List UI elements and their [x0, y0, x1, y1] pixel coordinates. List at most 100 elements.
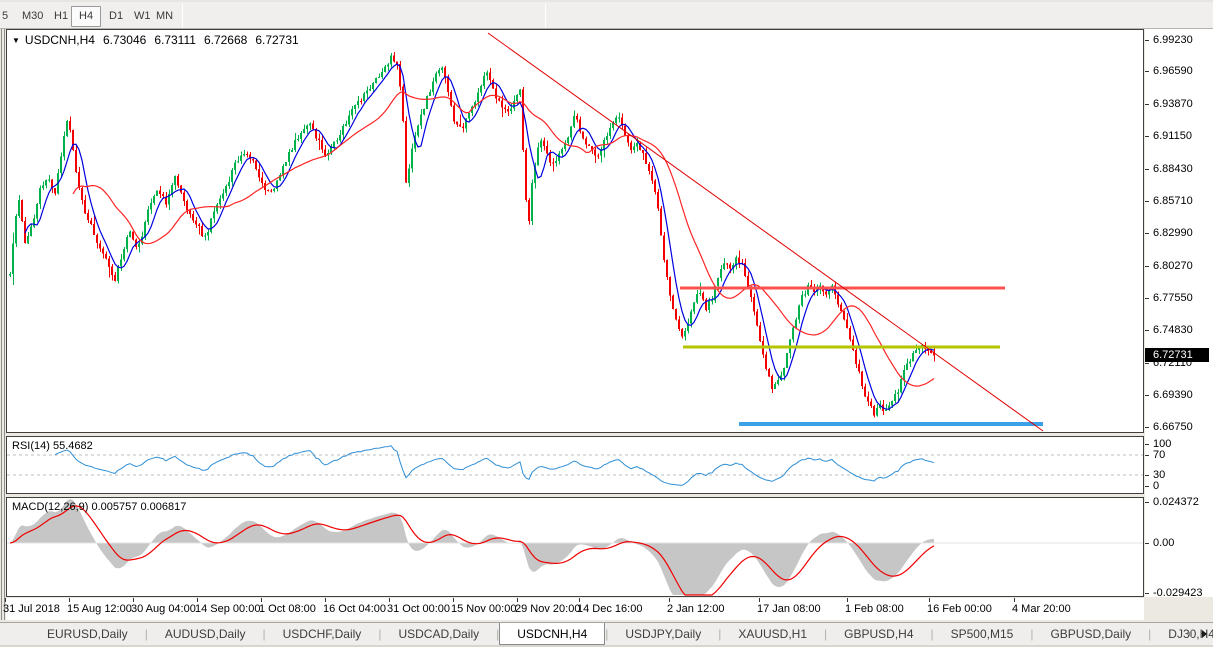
tab-usdcad-daily[interactable]: USDCAD,Daily	[381, 623, 496, 645]
price-axis-label: 6.93870	[1153, 98, 1193, 110]
candle-body	[246, 154, 248, 155]
toolbar-separator	[545, 4, 546, 28]
time-axis[interactable]: 31 Jul 201815 Aug 12:0030 Aug 04:0014 Se…	[6, 598, 1144, 620]
timeframe-h4[interactable]: H4	[71, 6, 101, 27]
candle-body	[312, 123, 314, 129]
candle-body	[306, 126, 308, 129]
candle-body	[666, 260, 668, 277]
toolbar-separator	[182, 4, 183, 28]
price-axis-label-tick	[1145, 330, 1149, 331]
chart-dropdown-icon[interactable]: ▼	[12, 36, 20, 45]
price-axis-label-tick	[1145, 169, 1149, 170]
candle-body	[420, 114, 422, 125]
candle-body	[684, 331, 686, 337]
macd-histogram	[10, 499, 934, 595]
candle-body	[792, 328, 794, 340]
candle-body	[510, 108, 512, 111]
candle-body	[108, 259, 110, 267]
candle-body	[468, 113, 470, 118]
tab-audusd-daily[interactable]: AUDUSD,Daily	[148, 623, 263, 645]
candle-body	[147, 210, 149, 223]
macd-panel[interactable]: MACD(12,26,9) 0.005757 0.006817	[6, 497, 1144, 597]
candle-body	[912, 353, 914, 362]
candle-body	[339, 135, 341, 140]
candle-body	[228, 182, 230, 186]
time-axis-label: 14 Sep 00:00	[195, 603, 260, 615]
candle-body	[225, 186, 227, 193]
main-chart-panel[interactable]: ▼USDCNH,H46.730466.731116.726686.72731	[6, 29, 1144, 433]
candle-body	[114, 275, 116, 281]
candle-body	[492, 80, 494, 89]
candlestick-chart-canvas[interactable]	[7, 30, 1143, 432]
candle-body	[48, 179, 50, 180]
time-axis-tick	[847, 598, 848, 602]
time-axis-label: 29 Nov 20:00	[515, 603, 580, 615]
ma-fast-line	[25, 64, 934, 409]
candle-body	[891, 401, 893, 405]
candle-body	[123, 249, 125, 259]
price-axis[interactable]: 6.72731 6.992306.965906.938706.911506.88…	[1145, 29, 1213, 597]
candle-body	[417, 126, 419, 136]
chart-title: ▼USDCNH,H46.730466.731116.726686.72731	[12, 33, 299, 47]
candle-body	[708, 301, 710, 310]
candle-body	[543, 141, 545, 146]
candle-body	[183, 193, 185, 201]
current-price-badge: 6.72731	[1145, 348, 1209, 362]
tab-scroll-left-icon[interactable]	[1187, 630, 1192, 638]
candle-body	[885, 410, 887, 411]
candle-body	[258, 169, 260, 178]
candle-body	[729, 264, 731, 268]
candle-body	[453, 105, 455, 121]
candle-body	[300, 133, 302, 139]
candle-body	[651, 171, 653, 181]
candle-body	[219, 198, 221, 204]
candle-body	[45, 180, 47, 186]
tab-usdcnh-h4[interactable]: USDCNH,H4	[499, 623, 605, 645]
candle-body	[657, 192, 659, 209]
timeframe-mn[interactable]: MN	[148, 6, 181, 27]
descending-trendline[interactable]	[488, 33, 1043, 431]
rsi-panel[interactable]: RSI(14) 55.4682	[6, 436, 1144, 494]
candle-body	[738, 257, 740, 263]
candle-wick	[805, 291, 806, 298]
candle-body	[765, 354, 767, 369]
tab-usdchf-daily[interactable]: USDCHF,Daily	[266, 623, 379, 645]
candle-body	[585, 139, 587, 145]
candle-body	[9, 274, 11, 275]
candle-body	[273, 189, 275, 191]
price-axis-label: 6.85710	[1153, 195, 1193, 207]
candle-body	[99, 243, 101, 248]
candle-body	[645, 153, 647, 164]
candle-body	[876, 408, 878, 416]
candle-body	[33, 218, 35, 226]
candle-body	[372, 83, 374, 89]
tab-eurusd-daily[interactable]: EURUSD,Daily	[30, 623, 145, 645]
candle-body	[435, 74, 437, 82]
tab-sp500-m15[interactable]: SP500,M15	[934, 623, 1031, 645]
candle-body	[270, 191, 272, 192]
candle-body	[606, 136, 608, 140]
tab-xauusd-h1[interactable]: XAUUSD,H1	[721, 623, 824, 645]
tab-gbpusd-h4[interactable]: GBPUSD,H4	[827, 623, 930, 645]
candle-body	[144, 222, 146, 236]
candle-body	[843, 311, 845, 320]
candle-body	[78, 172, 80, 188]
tab-usdjpy-daily[interactable]: USDJPY,Daily	[608, 623, 718, 645]
candle-body	[288, 152, 290, 162]
tab-gbpusd-daily[interactable]: GBPUSD,Daily	[1033, 623, 1148, 645]
rsi-line	[55, 446, 934, 486]
candle-body	[405, 121, 407, 183]
candle-body	[570, 126, 572, 137]
time-axis-label: 31 Oct 00:00	[387, 603, 450, 615]
candle-body	[597, 155, 599, 156]
price-axis-label-tick	[1145, 427, 1149, 428]
candle-body	[630, 143, 632, 151]
candle-body	[774, 384, 776, 389]
candle-body	[426, 96, 428, 109]
candle-body	[54, 188, 56, 193]
candle-body	[117, 267, 119, 281]
candle-body	[618, 117, 620, 118]
tab-scroll-right-icon[interactable]	[1202, 630, 1207, 638]
ma-slow-line	[73, 92, 934, 386]
candle-body	[81, 188, 83, 200]
